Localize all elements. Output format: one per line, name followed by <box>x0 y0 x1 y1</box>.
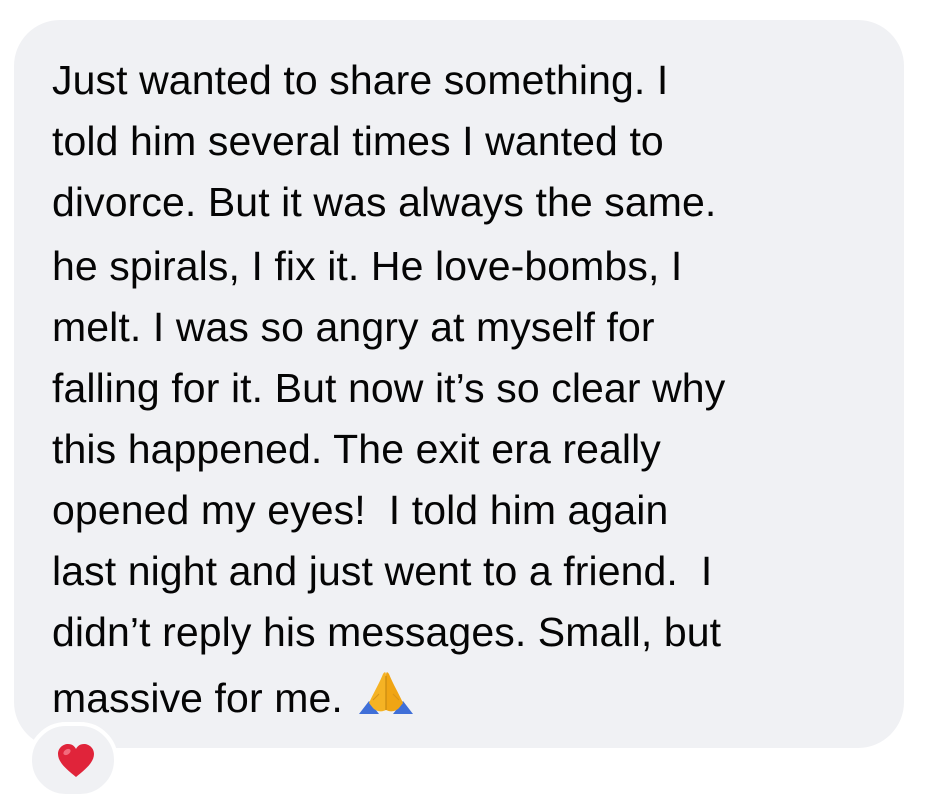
message-line: opened my eyes! I told him again <box>52 487 669 533</box>
message-line: melt. I was so angry at myself for <box>52 304 655 350</box>
message-line: last night and just went to a friend. I <box>52 548 713 594</box>
message-line: falling for it. But now it’s so clear wh… <box>52 365 726 411</box>
red-heart-icon <box>56 743 96 784</box>
message-line: Just wanted to share something. I <box>52 57 669 103</box>
message-line: divorce. But it was always the same. <box>52 179 717 225</box>
message-line: massive for me. <box>52 675 343 721</box>
message-last-line: massive for me. <box>52 670 417 723</box>
folded-hands-icon <box>355 670 417 723</box>
message-line: didn’t reply his messages. Small, but <box>52 609 722 655</box>
message-line: told him several times I wanted to <box>52 118 664 164</box>
message-line: this happened. The exit era really <box>52 426 661 472</box>
message-line: he spirals, I fix it. He love-bombs, I <box>52 243 683 289</box>
reaction-badge[interactable] <box>28 722 118 798</box>
